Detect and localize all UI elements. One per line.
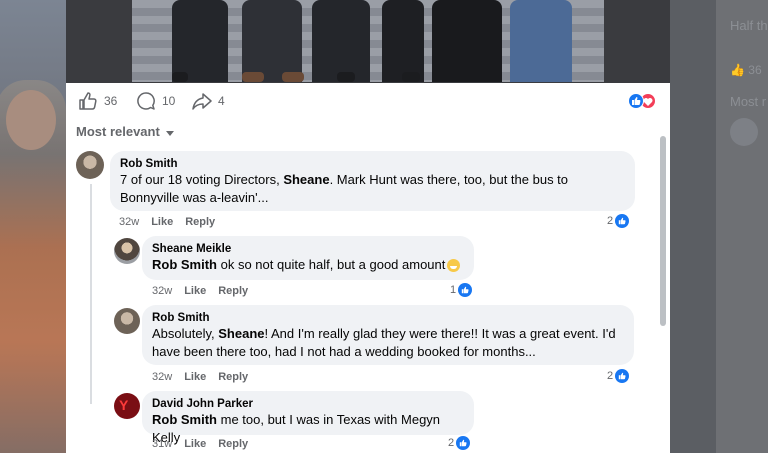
comment-author[interactable]: Sheane Meikle — [152, 242, 464, 256]
comment-bubble: Sheane Meikle Rob Smith ok so not quite … — [142, 236, 474, 280]
comment-bubble: Rob Smith Absolutely, Sheane! And I'm re… — [142, 305, 634, 365]
comment-reaction-count[interactable]: 1 — [450, 283, 473, 297]
comment-time[interactable]: 31w — [152, 438, 172, 450]
comment-count: 10 — [162, 94, 176, 108]
comment-meta: 31w Like Reply — [152, 438, 248, 450]
mention-link[interactable]: Sheane — [218, 326, 264, 341]
comment-author[interactable]: David John Parker — [152, 397, 464, 411]
comment-reaction-count[interactable]: 2 — [448, 436, 471, 450]
reaction-count-number: 2 — [607, 370, 614, 382]
comment-like-button[interactable]: Like — [184, 285, 206, 297]
caret-down-icon — [165, 130, 174, 136]
sort-label: Most relevant — [76, 124, 160, 139]
post-photo-area — [66, 0, 670, 83]
background-like-count: 👍 36 — [730, 63, 762, 77]
comment-text: Absolutely, Sheane! And I'm really glad … — [152, 325, 624, 361]
comment-reply-button[interactable]: Reply — [218, 438, 248, 450]
background-right: Half th 👍 36 Most r — [670, 0, 768, 453]
comment-text: Rob Smith ok so not quite half, but a go… — [152, 256, 464, 274]
thumbs-up-icon — [79, 92, 97, 110]
comment-meta: 32w Like Reply — [119, 216, 215, 228]
reaction-count-number: 2 — [607, 215, 614, 227]
comment-author[interactable]: Rob Smith — [152, 311, 624, 325]
like-reaction-icon — [615, 369, 630, 383]
logo-icon: Y — [119, 397, 129, 413]
mention-link[interactable]: Rob Smith — [152, 257, 217, 272]
comment-time[interactable]: 32w — [152, 371, 172, 383]
background-avatar — [730, 118, 758, 146]
comment-text-part: 7 of our 18 voting Directors, — [120, 172, 284, 187]
comment-time[interactable]: 32w — [152, 285, 172, 297]
photo-person — [510, 0, 572, 82]
scrollbar[interactable] — [660, 136, 666, 326]
like-reaction-icon — [628, 93, 644, 109]
comment-bubble: David John Parker Rob Smith me too, but … — [142, 391, 474, 445]
background-count: 36 — [748, 63, 762, 77]
comment-bubble: Rob Smith 7 of our 18 voting Directors, … — [110, 151, 635, 211]
photo-shoe — [402, 72, 420, 82]
comment-meta: 32w Like Reply — [152, 371, 248, 383]
post-action-bar: 36 10 4 — [66, 83, 670, 117]
photo-person — [382, 0, 424, 82]
comment-author[interactable]: Rob Smith — [120, 157, 625, 171]
share-icon — [192, 93, 212, 110]
comment-text-part: Absolutely, — [152, 326, 219, 341]
comment-meta: 32w Like Reply — [152, 285, 248, 297]
background-text-1: Half th — [730, 18, 768, 33]
reaction-summary[interactable] — [628, 93, 658, 109]
like-reaction-icon — [615, 214, 630, 228]
comment-icon — [137, 92, 155, 110]
comment-reply-button[interactable]: Reply — [218, 371, 248, 383]
like-reaction-icon — [456, 436, 471, 450]
comment-reaction-count[interactable]: 2 — [607, 369, 630, 383]
photo-shoe — [337, 72, 355, 82]
share-count: 4 — [218, 94, 225, 108]
comment-time[interactable]: 32w — [119, 216, 139, 228]
avatar[interactable] — [114, 238, 140, 264]
background-left — [0, 0, 66, 453]
background-like-icon: 👍 — [730, 63, 745, 77]
photo-person — [432, 0, 502, 82]
photo-person — [172, 0, 228, 82]
mention-link[interactable]: Sheane — [283, 172, 329, 187]
like-count: 36 — [104, 94, 118, 108]
share-button[interactable]: 4 — [192, 91, 225, 111]
comment-text: 7 of our 18 voting Directors, Sheane. Ma… — [120, 171, 625, 207]
comment-reply-button[interactable]: Reply — [218, 285, 248, 297]
comment-text-part: ok so not quite half, but a good amount — [217, 257, 446, 272]
comment-sort-dropdown[interactable]: Most relevant — [76, 124, 174, 139]
grinning-emoji-icon — [447, 259, 461, 273]
photo-shoe — [282, 72, 304, 82]
comment-like-button[interactable]: Like — [184, 371, 206, 383]
avatar[interactable]: Y — [114, 393, 140, 419]
post-panel: 36 10 4 Most relevant Rob Smith 7 of our… — [66, 0, 670, 453]
comment-like-button[interactable]: Like — [151, 216, 173, 228]
comment-reply-button[interactable]: Reply — [185, 216, 215, 228]
comment-reaction-count[interactable]: 2 — [607, 214, 630, 228]
photo-shoe — [242, 72, 264, 82]
photo-person — [312, 0, 370, 82]
comment-button[interactable]: 10 — [136, 91, 175, 111]
reaction-count-number: 2 — [448, 437, 455, 449]
avatar[interactable] — [114, 308, 140, 334]
photo-person — [242, 0, 302, 82]
mention-link[interactable]: Rob Smith — [152, 412, 217, 427]
post-photo[interactable] — [132, 0, 604, 82]
like-button[interactable]: 36 — [78, 91, 117, 111]
comment-like-button[interactable]: Like — [184, 438, 206, 450]
background-person-head — [6, 90, 56, 150]
avatar[interactable] — [76, 151, 104, 179]
photo-shoe — [172, 72, 188, 82]
background-text-2: Most r — [730, 94, 767, 109]
reply-thread-line — [90, 184, 92, 404]
reaction-count-number: 1 — [450, 284, 457, 296]
like-reaction-icon — [458, 283, 473, 297]
